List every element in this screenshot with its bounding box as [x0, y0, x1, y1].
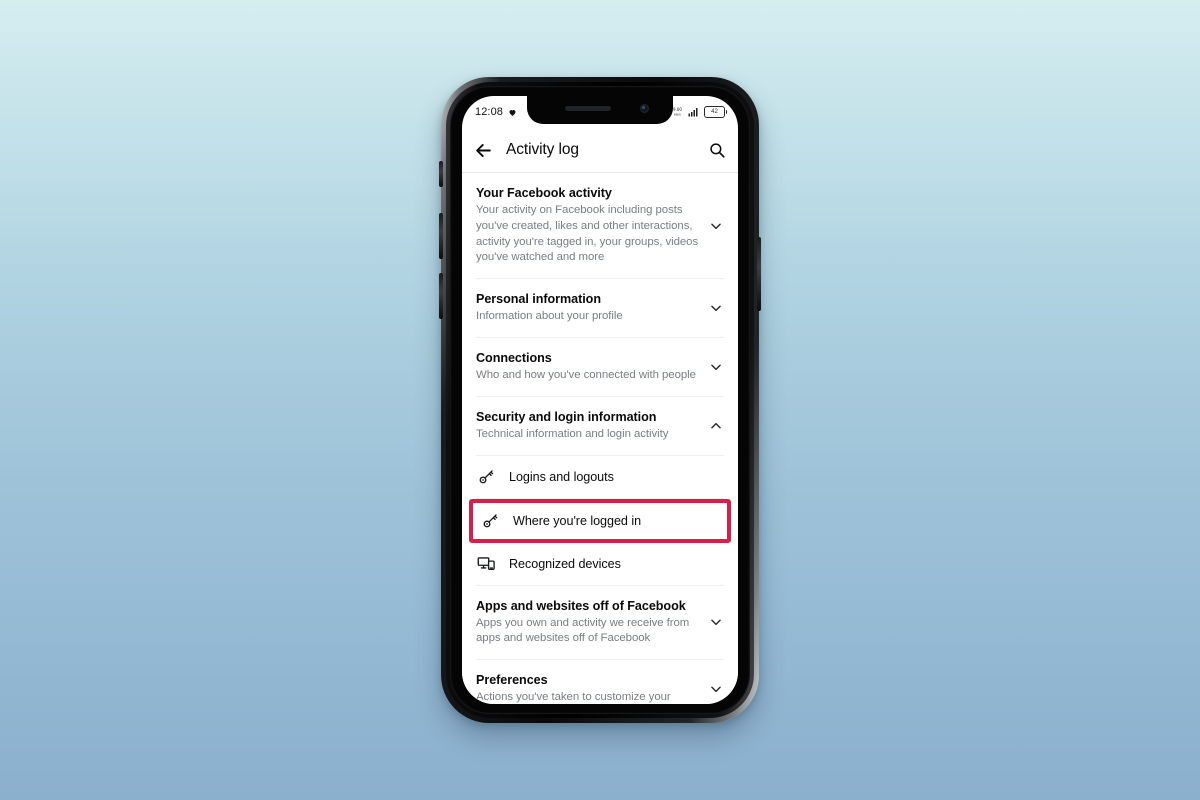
section-subtitle: Who and how you've connected with people [476, 369, 696, 381]
subitem-where-youre-logged-in[interactable]: Where you're logged in [473, 502, 727, 539]
section-personal-information[interactable]: Personal information Information about y… [462, 279, 738, 337]
subitem-label: Where you're logged in [513, 513, 642, 528]
highlight-box: Where you're logged in [469, 498, 731, 543]
battery-level: 42 [711, 109, 718, 115]
front-camera [640, 104, 649, 113]
section-text: Preferences Actions you've taken to cust… [476, 672, 700, 704]
power-button[interactable] [757, 237, 761, 311]
section-title: Your Facebook activity [476, 186, 612, 200]
key-icon [476, 467, 496, 487]
svg-text:KB/S: KB/S [674, 113, 681, 117]
chevron-down-icon[interactable] [708, 301, 724, 315]
section-connections[interactable]: Connections Who and how you've connected… [462, 338, 738, 396]
subitem-recognized-devices[interactable]: Recognized devices [462, 542, 738, 585]
battery-icon: 42 [704, 106, 727, 118]
svg-text:9.00: 9.00 [673, 107, 682, 112]
section-subtitle: Technical information and login activity [476, 427, 669, 440]
volume-up-button[interactable] [439, 213, 443, 259]
section-subtitle: Your activity on Facebook including post… [476, 204, 699, 264]
speaker-grille [565, 106, 611, 111]
phone-notch [527, 96, 673, 124]
page-title: Activity log [506, 141, 579, 158]
section-security-and-login-information[interactable]: Security and login information Technical… [462, 397, 738, 455]
section-text: Your Facebook activity Your activity on … [476, 185, 700, 266]
volume-down-button[interactable] [439, 273, 443, 319]
section-subtitle: Actions you've taken to customize your [476, 691, 671, 704]
section-subtitle: Information about your profile [476, 310, 623, 323]
chevron-down-icon[interactable] [708, 360, 724, 374]
subitem-logins-and-logouts[interactable]: Logins and logouts [462, 455, 738, 498]
chevron-up-icon[interactable] [708, 419, 724, 433]
section-text: Apps and websites off of Facebook Apps y… [476, 598, 700, 648]
arrow-left-icon[interactable] [474, 141, 493, 160]
key-icon [480, 511, 500, 531]
section-text: Connections Who and how you've connected… [476, 350, 700, 384]
devices-icon [476, 554, 496, 574]
section-preferences[interactable]: Preferences Actions you've taken to cust… [462, 660, 738, 704]
subitem-label: Recognized devices [509, 556, 621, 571]
silent-switch-button[interactable] [439, 161, 443, 187]
chevron-down-icon[interactable] [708, 682, 724, 696]
section-apps-and-websites-off-of-facebook[interactable]: Apps and websites off of Facebook Apps y… [462, 586, 738, 660]
section-your-facebook-activity[interactable]: Your Facebook activity Your activity on … [462, 173, 738, 278]
heart-icon [509, 109, 516, 116]
section-title: Security and login information [476, 409, 657, 424]
chevron-down-icon[interactable] [708, 219, 724, 233]
app-header: Activity log [462, 128, 738, 172]
section-subtitle: Apps you own and activity we receive fro… [476, 616, 690, 645]
status-bar-clock: 12:08 [475, 106, 504, 118]
section-text: Security and login information Technical… [476, 409, 700, 443]
subitem-label: Logins and logouts [509, 469, 614, 484]
chevron-down-icon[interactable] [708, 615, 724, 629]
section-title: Connections [476, 350, 552, 365]
signal-bars-icon [688, 108, 698, 117]
section-title: Preferences [476, 673, 548, 688]
status-bar-left: 12:08 [475, 106, 517, 118]
phone-mockup: 12:08 9.00 KB/S 42 Activity log Your Fac… [439, 77, 761, 723]
section-title: Personal information [476, 292, 601, 307]
search-icon[interactable] [708, 141, 726, 159]
section-text: Personal information Information about y… [476, 291, 700, 325]
section-title: Apps and websites off of Facebook [476, 598, 686, 613]
phone-screen: 12:08 9.00 KB/S 42 Activity log Your Fac… [462, 96, 738, 704]
activity-log-list: Your Facebook activity Your activity on … [462, 173, 738, 704]
